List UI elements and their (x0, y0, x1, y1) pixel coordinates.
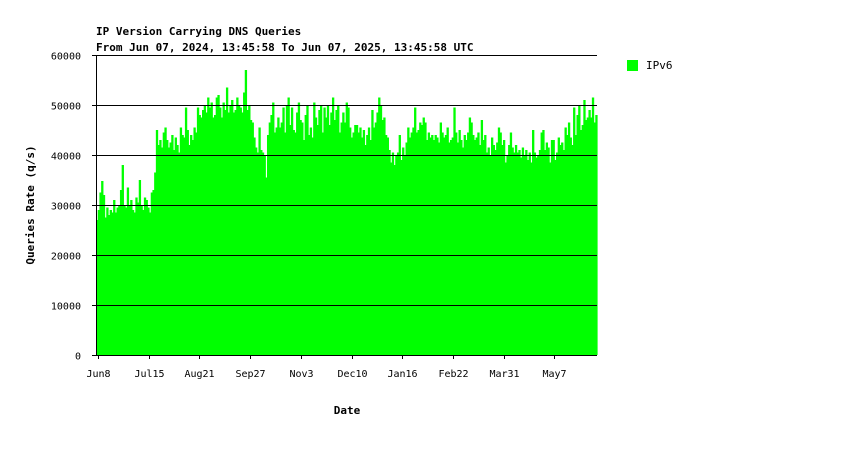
series-ipv6-bars (96, 70, 598, 355)
legend-label-ipv6: IPv6 (646, 59, 673, 72)
x-tick-label: Nov3 (289, 369, 313, 380)
x-tick-label: Sep27 (235, 369, 265, 380)
chart-area: 0 10000 20000 30000 40000 50000 60000 Jun8 Jul1… (24, 52, 598, 417)
x-tick-labels: Jun8 Jul15 Aug21 Sep27 Nov3 Dec10 Jan16 Feb22 Ma… (86, 355, 567, 380)
x-tick-label: Jun8 (86, 369, 110, 380)
x-tick-label: Feb22 (438, 369, 468, 380)
y-tick-labels: 0 10000 20000 30000 40000 50000 60000 (51, 52, 96, 363)
x-axis-label: Date (334, 404, 361, 417)
y-tick-label: 0 (75, 352, 81, 363)
x-tick-label: Mar31 (489, 369, 519, 380)
x-tick-label: Jul15 (134, 369, 164, 380)
bar (595, 115, 598, 355)
x-tick-label: May7 (542, 369, 566, 380)
y-tick-label: 30000 (51, 202, 81, 213)
x-tick-label: Jan16 (387, 369, 417, 380)
y-tick-label: 20000 (51, 252, 81, 263)
y-tick-label: 40000 (51, 152, 81, 163)
y-tick-label: 50000 (51, 102, 81, 113)
x-tick-label: Aug21 (184, 369, 214, 380)
y-axis-label: Queries Rate (q/s) (24, 145, 37, 264)
x-tick-label: Dec10 (337, 369, 367, 380)
y-tick-label: 10000 (51, 302, 81, 313)
legend: IPv6 (627, 59, 673, 72)
y-tick-label: 60000 (51, 52, 81, 63)
legend-swatch-ipv6 (627, 60, 638, 71)
